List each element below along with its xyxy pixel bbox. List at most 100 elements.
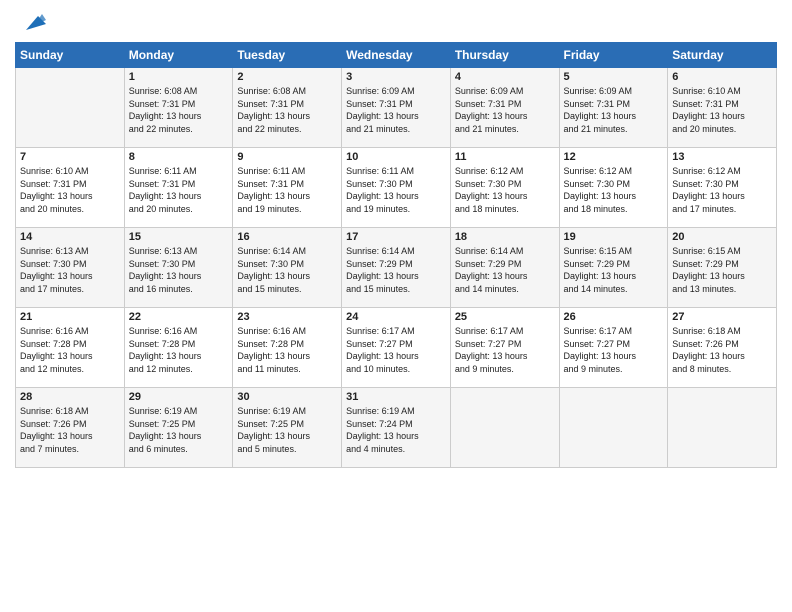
calendar-cell: 1 Sunrise: 6:08 AMSunset: 7:31 PMDaylight… [124, 68, 233, 148]
day-number: 12 [564, 151, 664, 163]
calendar-cell: 7 Sunrise: 6:10 AMSunset: 7:31 PMDaylight… [16, 148, 125, 228]
day-number: 13 [672, 151, 772, 163]
day-info: Sunrise: 6:15 AMSunset: 7:29 PMDaylight:… [564, 245, 664, 295]
calendar-cell [668, 388, 777, 468]
day-number: 1 [129, 71, 229, 83]
day-info: Sunrise: 6:11 AMSunset: 7:31 PMDaylight:… [129, 165, 229, 215]
logo [15, 10, 46, 34]
calendar-cell: 30 Sunrise: 6:19 AMSunset: 7:25 PMDayligh… [233, 388, 342, 468]
day-number: 3 [346, 71, 446, 83]
day-info: Sunrise: 6:08 AMSunset: 7:31 PMDaylight:… [129, 85, 229, 135]
day-info: Sunrise: 6:08 AMSunset: 7:31 PMDaylight:… [237, 85, 337, 135]
calendar-cell: 4 Sunrise: 6:09 AMSunset: 7:31 PMDaylight… [450, 68, 559, 148]
calendar-cell: 25 Sunrise: 6:17 AMSunset: 7:27 PMDayligh… [450, 308, 559, 388]
calendar-cell: 8 Sunrise: 6:11 AMSunset: 7:31 PMDaylight… [124, 148, 233, 228]
calendar-cell: 18Sunrise: 6:14 AMSunset: 7:29 PMDayligh… [450, 228, 559, 308]
calendar-cell: 12 Sunrise: 6:12 AMSunset: 7:30 PMDayligh… [559, 148, 668, 228]
day-info: Sunrise: 6:17 AMSunset: 7:27 PMDaylight:… [455, 325, 555, 375]
day-info: Sunrise: 6:09 AMSunset: 7:31 PMDaylight:… [346, 85, 446, 135]
day-number: 27 [672, 311, 772, 323]
day-info: Sunrise: 6:19 AMSunset: 7:25 PMDaylight:… [129, 405, 229, 455]
day-info: Sunrise: 6:19 AMSunset: 7:25 PMDaylight:… [237, 405, 337, 455]
day-number: 6 [672, 71, 772, 83]
day-info: Sunrise: 6:14 AMSunset: 7:30 PMDaylight:… [237, 245, 337, 295]
day-number: 17 [346, 231, 446, 243]
calendar-cell: 21Sunrise: 6:16 AMSunset: 7:28 PMDayligh… [16, 308, 125, 388]
page: Sunday Monday Tuesday Wednesday Thursday… [0, 0, 792, 612]
col-monday: Monday [124, 43, 233, 68]
calendar-cell: 2 Sunrise: 6:08 AMSunset: 7:31 PMDaylight… [233, 68, 342, 148]
day-number: 16 [237, 231, 337, 243]
day-info: Sunrise: 6:11 AMSunset: 7:31 PMDaylight:… [237, 165, 337, 215]
calendar-cell: 17 Sunrise: 6:14 AMSunset: 7:29 PMDayligh… [342, 228, 451, 308]
day-info: Sunrise: 6:15 AMSunset: 7:29 PMDaylight:… [672, 245, 772, 295]
calendar-cell: 24 Sunrise: 6:17 AMSunset: 7:27 PMDayligh… [342, 308, 451, 388]
header-row: Sunday Monday Tuesday Wednesday Thursday… [16, 43, 777, 68]
header [15, 10, 777, 34]
calendar-week-4: 21Sunrise: 6:16 AMSunset: 7:28 PMDayligh… [16, 308, 777, 388]
day-info: Sunrise: 6:09 AMSunset: 7:31 PMDaylight:… [564, 85, 664, 135]
day-number: 31 [346, 391, 446, 403]
calendar-cell: 20 Sunrise: 6:15 AMSunset: 7:29 PMDayligh… [668, 228, 777, 308]
day-info: Sunrise: 6:17 AMSunset: 7:27 PMDaylight:… [564, 325, 664, 375]
day-number: 14 [20, 231, 120, 243]
day-info: Sunrise: 6:17 AMSunset: 7:27 PMDaylight:… [346, 325, 446, 375]
col-wednesday: Wednesday [342, 43, 451, 68]
day-number: 11 [455, 151, 555, 163]
calendar-cell [559, 388, 668, 468]
day-number: 7 [20, 151, 120, 163]
day-number: 30 [237, 391, 337, 403]
day-info: Sunrise: 6:18 AMSunset: 7:26 PMDaylight:… [672, 325, 772, 375]
day-info: Sunrise: 6:09 AMSunset: 7:31 PMDaylight:… [455, 85, 555, 135]
day-info: Sunrise: 6:11 AMSunset: 7:30 PMDaylight:… [346, 165, 446, 215]
calendar-cell: 15 Sunrise: 6:13 AMSunset: 7:30 PMDayligh… [124, 228, 233, 308]
day-number: 9 [237, 151, 337, 163]
calendar-cell: 31 Sunrise: 6:19 AMSunset: 7:24 PMDayligh… [342, 388, 451, 468]
day-number: 8 [129, 151, 229, 163]
day-number: 18 [455, 231, 555, 243]
day-number: 19 [564, 231, 664, 243]
calendar-cell: 22 Sunrise: 6:16 AMSunset: 7:28 PMDayligh… [124, 308, 233, 388]
day-number: 29 [129, 391, 229, 403]
calendar-cell: 9 Sunrise: 6:11 AMSunset: 7:31 PMDaylight… [233, 148, 342, 228]
calendar-cell [450, 388, 559, 468]
day-number: 4 [455, 71, 555, 83]
day-info: Sunrise: 6:19 AMSunset: 7:24 PMDaylight:… [346, 405, 446, 455]
day-info: Sunrise: 6:12 AMSunset: 7:30 PMDaylight:… [672, 165, 772, 215]
day-info: Sunrise: 6:18 AMSunset: 7:26 PMDaylight:… [20, 405, 120, 455]
col-tuesday: Tuesday [233, 43, 342, 68]
day-number: 22 [129, 311, 229, 323]
day-info: Sunrise: 6:13 AMSunset: 7:30 PMDaylight:… [20, 245, 120, 295]
day-info: Sunrise: 6:10 AMSunset: 7:31 PMDaylight:… [672, 85, 772, 135]
day-info: Sunrise: 6:14 AMSunset: 7:29 PMDaylight:… [346, 245, 446, 295]
calendar-week-3: 14 Sunrise: 6:13 AMSunset: 7:30 PMDayligh… [16, 228, 777, 308]
day-number: 20 [672, 231, 772, 243]
logo-icon [18, 6, 46, 34]
col-thursday: Thursday [450, 43, 559, 68]
day-info: Sunrise: 6:10 AMSunset: 7:31 PMDaylight:… [20, 165, 120, 215]
col-saturday: Saturday [668, 43, 777, 68]
day-number: 26 [564, 311, 664, 323]
calendar-week-1: 1 Sunrise: 6:08 AMSunset: 7:31 PMDaylight… [16, 68, 777, 148]
day-info: Sunrise: 6:12 AMSunset: 7:30 PMDaylight:… [564, 165, 664, 215]
calendar-week-2: 7 Sunrise: 6:10 AMSunset: 7:31 PMDaylight… [16, 148, 777, 228]
day-number: 28 [20, 391, 120, 403]
day-info: Sunrise: 6:13 AMSunset: 7:30 PMDaylight:… [129, 245, 229, 295]
day-number: 15 [129, 231, 229, 243]
calendar-cell [16, 68, 125, 148]
day-number: 24 [346, 311, 446, 323]
calendar-cell: 11Sunrise: 6:12 AMSunset: 7:30 PMDayligh… [450, 148, 559, 228]
day-number: 10 [346, 151, 446, 163]
calendar-table: Sunday Monday Tuesday Wednesday Thursday… [15, 42, 777, 468]
day-number: 5 [564, 71, 664, 83]
day-info: Sunrise: 6:16 AMSunset: 7:28 PMDaylight:… [20, 325, 120, 375]
calendar-cell: 29 Sunrise: 6:19 AMSunset: 7:25 PMDayligh… [124, 388, 233, 468]
calendar-cell: 6 Sunrise: 6:10 AMSunset: 7:31 PMDaylight… [668, 68, 777, 148]
day-number: 25 [455, 311, 555, 323]
calendar-cell: 27 Sunrise: 6:18 AMSunset: 7:26 PMDayligh… [668, 308, 777, 388]
day-info: Sunrise: 6:16 AMSunset: 7:28 PMDaylight:… [237, 325, 337, 375]
calendar-cell: 26 Sunrise: 6:17 AMSunset: 7:27 PMDayligh… [559, 308, 668, 388]
day-info: Sunrise: 6:16 AMSunset: 7:28 PMDaylight:… [129, 325, 229, 375]
day-number: 2 [237, 71, 337, 83]
calendar-cell: 19 Sunrise: 6:15 AMSunset: 7:29 PMDayligh… [559, 228, 668, 308]
